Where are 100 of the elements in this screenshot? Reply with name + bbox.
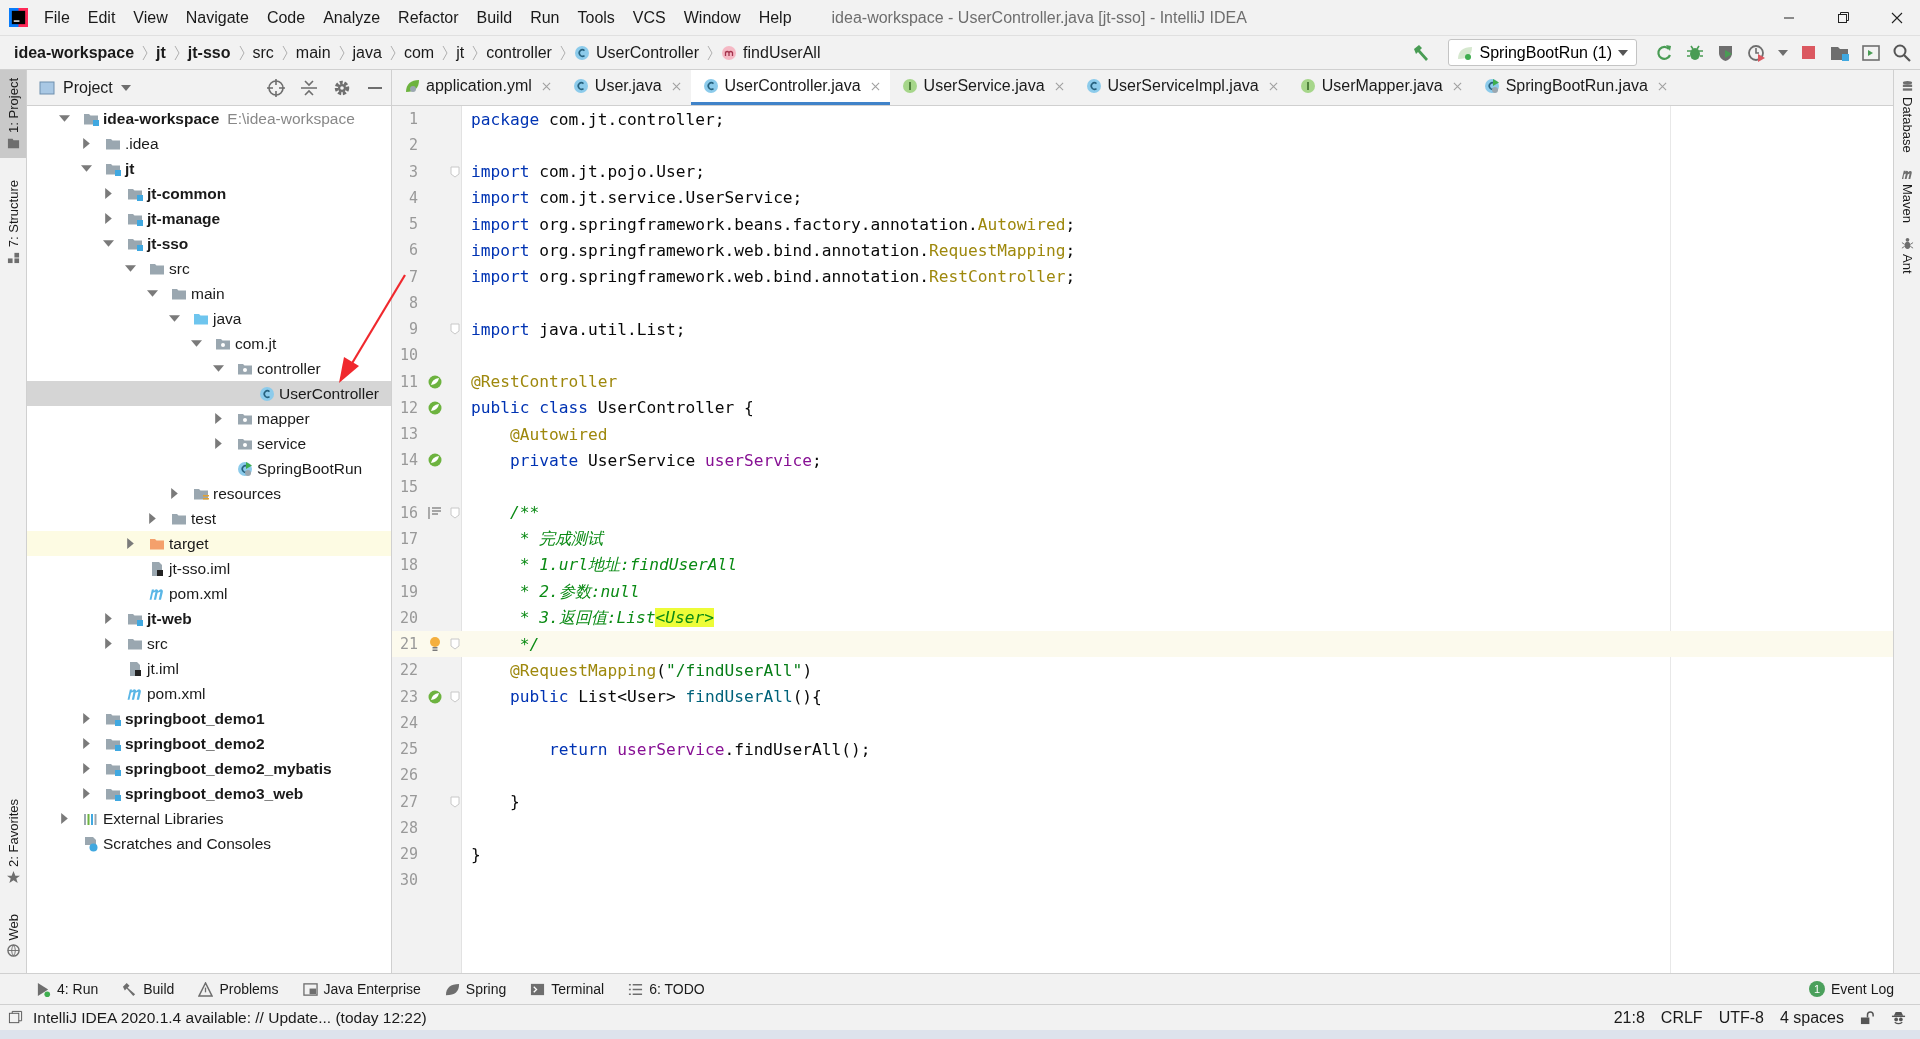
file-encoding[interactable]: UTF-8 [1718,1008,1764,1027]
breadcrumb-item[interactable]: findUserAll [743,43,821,62]
indent-setting[interactable]: 4 spaces [1779,1008,1844,1027]
caret-icon[interactable] [80,788,92,799]
tool-window-button[interactable]: 6: TODO [628,981,705,997]
caret-position[interactable]: 21:8 [1613,1008,1645,1027]
panel-toggle-icon[interactable] [8,1010,23,1025]
tree-item[interactable]: src [27,256,391,281]
caret-icon[interactable] [212,363,224,374]
menu-item[interactable]: Refactor [398,8,459,27]
caret-icon[interactable] [146,288,158,299]
caret-icon[interactable] [80,763,92,774]
breadcrumb-item[interactable]: jt [156,43,166,62]
tree-item[interactable]: SpringBootRun [27,456,391,481]
tree-item[interactable]: com.jt [27,331,391,356]
fold-marker-icon[interactable] [450,165,460,178]
breadcrumb-item[interactable]: jt [456,43,465,62]
caret-icon[interactable] [146,513,158,524]
caret-icon[interactable] [80,738,92,749]
tool-window-button[interactable]: Spring [444,981,507,997]
tree-item[interactable]: jt [27,156,391,181]
close-icon[interactable] [671,81,681,91]
tree-item[interactable]: pom.xml [27,581,391,606]
editor-tab[interactable]: UserMapper.java [1287,70,1472,105]
caret-icon[interactable] [80,163,92,174]
caret-icon[interactable] [102,613,114,624]
tree-item[interactable]: UserController [27,381,391,406]
caret-icon[interactable] [80,138,92,149]
tool-window-tab[interactable]: 2: Favorites [0,790,26,892]
menu-item[interactable]: Build [476,8,513,27]
rerun-icon[interactable] [1654,42,1674,63]
status-message[interactable]: IntelliJ IDEA 2020.1.4 available: // Update... (today 12:22) [33,1008,427,1027]
close-icon[interactable] [1657,81,1667,91]
rendered-doc-icon[interactable] [427,504,443,521]
close-icon[interactable] [541,81,551,91]
tree-item[interactable]: controller [27,356,391,381]
tree-item[interactable]: .idea [27,131,391,156]
tree-item[interactable]: resources [27,481,391,506]
tree-item[interactable]: jt-common [27,181,391,206]
profiler-icon[interactable] [1747,42,1767,63]
caret-icon[interactable] [102,188,114,199]
breadcrumb-item[interactable]: UserController [595,43,700,62]
close-icon[interactable] [1268,81,1278,91]
caret-icon[interactable] [102,213,114,224]
event-log-button[interactable]: 1 Event Log [1808,981,1894,997]
caret-icon[interactable] [80,713,92,724]
tool-window-tab[interactable]: Ant [1899,236,1915,274]
caret-icon[interactable] [58,113,70,124]
tree-item[interactable]: test [27,506,391,531]
tool-window-button[interactable]: Terminal [530,981,605,997]
tree-item[interactable]: main [27,281,391,306]
tool-window-tab[interactable]: Maven [1899,166,1915,223]
lightbulb-icon[interactable] [427,636,443,653]
tree-item[interactable]: src [27,631,391,656]
tree-item[interactable]: springboot_demo3_web [27,781,391,806]
tree-item[interactable]: java [27,306,391,331]
tool-window-tab[interactable]: Database [1899,80,1915,153]
bean-icon[interactable] [427,399,443,416]
tool-window-button[interactable]: Java Enterprise [302,981,421,997]
tree-item[interactable]: jt.iml [27,656,391,681]
tree-item[interactable]: springboot_demo2 [27,731,391,756]
menu-item[interactable]: Tools [577,8,615,27]
editor-tab[interactable]: SpringBootRun.java [1471,70,1677,105]
tree-item[interactable]: target [27,531,391,556]
menu-item[interactable]: Help [758,8,792,27]
fold-marker-icon[interactable] [450,323,460,336]
caret-icon[interactable] [212,438,224,449]
unlock-icon[interactable] [1860,1010,1875,1025]
tool-window-button[interactable]: Problems [198,981,279,997]
tool-window-button[interactable]: Build [122,981,175,997]
caret-icon[interactable] [168,488,180,499]
tree-item[interactable]: service [27,431,391,456]
tree-item[interactable]: springboot_demo2_mybatis [27,756,391,781]
breadcrumb-item[interactable]: controller [486,43,552,62]
menu-item[interactable]: Window [683,8,741,27]
editor-tab[interactable]: User.java [560,70,691,105]
tree-item[interactable]: mapper [27,406,391,431]
fold-marker-icon[interactable] [450,690,460,703]
search-icon[interactable] [1892,42,1912,63]
breadcrumb-item[interactable]: idea-workspace [14,43,135,62]
fold-marker-icon[interactable] [450,795,460,808]
breadcrumb-item[interactable]: com [403,43,435,62]
menu-item[interactable]: VCS [632,8,666,27]
bean-icon[interactable] [427,452,443,469]
tool-window-tab[interactable]: Web [0,905,26,965]
tool-window-button[interactable]: 4: Run [36,981,99,997]
bean-icon[interactable] [427,688,443,705]
line-separator[interactable]: CRLF [1660,1008,1703,1027]
tree-item[interactable]: Scratches and Consoles [27,831,391,856]
breadcrumb-item[interactable]: main [295,43,331,62]
tree-item[interactable]: idea-workspace E:\idea-workspace [27,106,391,131]
breadcrumb-item[interactable]: src [252,43,274,62]
panel-title[interactable]: Project [63,78,113,97]
collapse-all-icon[interactable] [299,77,319,98]
close-icon[interactable] [870,81,880,91]
caret-icon[interactable] [102,638,114,649]
tree-item[interactable]: External Libraries [27,806,391,831]
caret-icon[interactable] [102,238,114,249]
breadcrumb-item[interactable]: java [352,43,382,62]
tree-item[interactable]: jt-manage [27,206,391,231]
